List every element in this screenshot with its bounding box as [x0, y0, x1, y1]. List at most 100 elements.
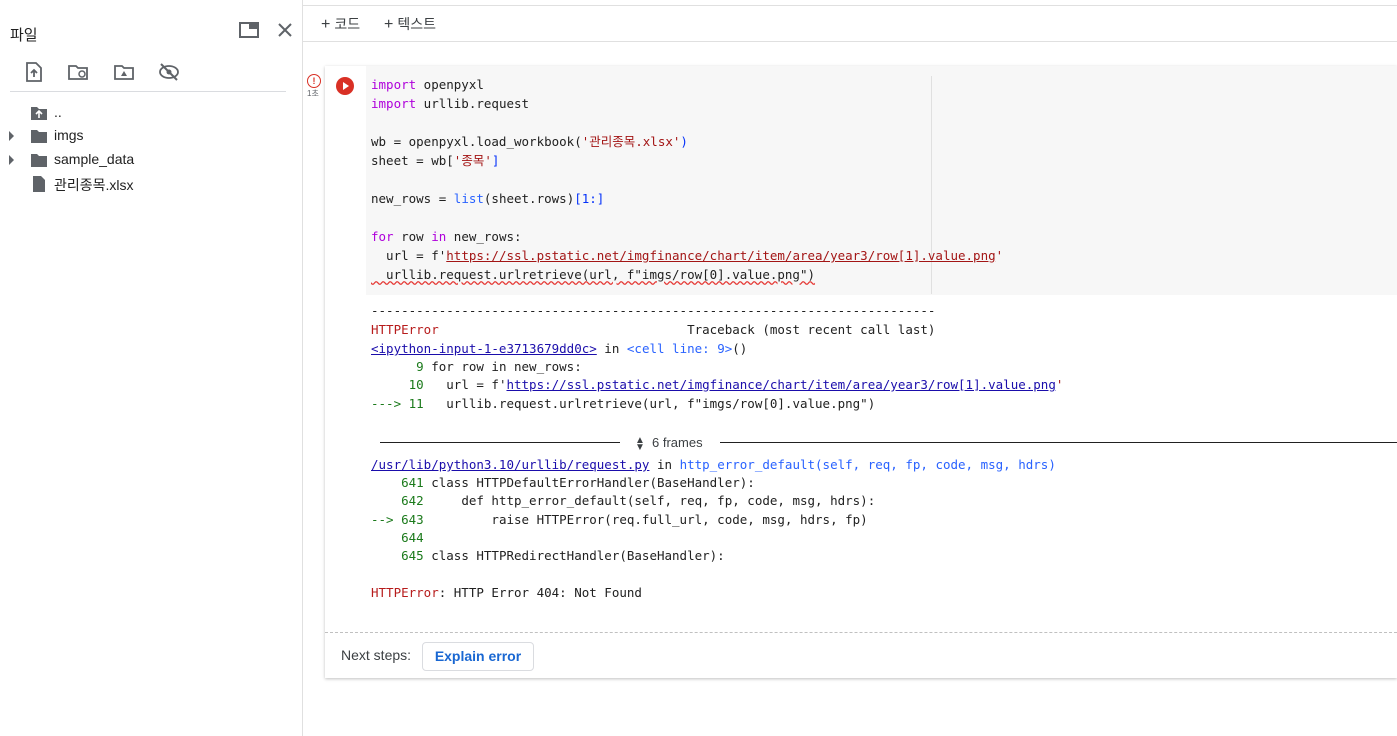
- file-icon: [33, 176, 45, 192]
- string-literal: '관리종목.xlsx': [581, 134, 681, 149]
- in-word: in: [649, 457, 680, 472]
- notebook-toolbar: + 코드 + 텍스트: [303, 6, 1397, 42]
- code-text: new_rows:: [446, 229, 522, 244]
- next-steps-divider: [325, 632, 1397, 633]
- line-number: 645: [371, 548, 424, 563]
- url-link[interactable]: https://ssl.pstatic.net/imgfinance/chart…: [506, 377, 1055, 392]
- line-number: 10: [371, 377, 424, 392]
- bracket: [1:]: [574, 191, 605, 206]
- add-code-button[interactable]: + 코드: [321, 14, 360, 34]
- tree-item-label: 관리종목.xlsx: [54, 177, 134, 193]
- error-name: HTTPError: [371, 585, 439, 600]
- traceback-line: 645 class HTTPRedirectHandler(BaseHandle…: [371, 546, 725, 565]
- traceback-code: raise HTTPError(req.full_url, code, msg,…: [423, 512, 868, 527]
- close-icon[interactable]: [276, 21, 294, 39]
- url-string[interactable]: https://ssl.pstatic.net/imgfinance/chart…: [446, 248, 995, 263]
- code-line-1: import openpyxl: [371, 75, 484, 94]
- error-icon: !: [307, 74, 321, 88]
- keyword: for: [371, 229, 394, 244]
- plus-icon: +: [384, 16, 394, 33]
- code-text: new_rows =: [371, 191, 454, 206]
- frames-divider-right: [720, 442, 1397, 443]
- next-steps-label: Next steps:: [341, 647, 412, 663]
- builtin: list: [453, 191, 484, 206]
- unfold-icon: ▲ ▼: [635, 434, 645, 453]
- code-text: openpyxl: [416, 77, 484, 92]
- traceback-code: class HTTPDefaultErrorHandler(BaseHandle…: [423, 475, 755, 490]
- tree-item-label: ..: [54, 104, 62, 120]
- code-text: wb = openpyxl.load_workbook(: [371, 134, 582, 149]
- sidebar-title: 파일: [10, 27, 38, 44]
- add-code-label: 코드: [334, 16, 361, 32]
- traceback-code: url = f': [423, 377, 507, 392]
- in-word: in: [596, 341, 627, 356]
- code-text: urllib.request: [416, 96, 530, 111]
- string-literal: ': [995, 248, 1004, 263]
- tree-item-sample-data[interactable]: sample_data: [0, 149, 300, 171]
- upload-file-icon[interactable]: [23, 61, 45, 83]
- code-line-2: import urllib.request: [371, 94, 529, 113]
- cell-line: <cell line: 9>: [626, 341, 733, 356]
- traceback-code: ': [1055, 377, 1064, 392]
- tree-item-xlsx-file[interactable]: 관리종목.xlsx: [0, 173, 300, 195]
- line-number: 644: [371, 530, 424, 545]
- explain-error-button[interactable]: Explain error: [422, 642, 534, 671]
- traceback-code: urllib.request.urlretrieve(url, f"imgs/r…: [423, 396, 876, 411]
- traceback-code: class HTTPRedirectHandler(BaseHandler):: [423, 548, 725, 563]
- error-message: : HTTP Error 404: Not Found: [438, 585, 642, 600]
- open-in-new-window-icon[interactable]: [239, 22, 259, 38]
- code-text: sheet = wb[: [371, 153, 454, 168]
- code-line-4: wb = openpyxl.load_workbook('관리종목.xlsx'): [371, 132, 688, 151]
- input-link[interactable]: <ipython-input-1-e3713679dd0c>: [371, 341, 597, 356]
- library-location: /usr/lib/python3.10/urllib/request.py in…: [371, 455, 1056, 474]
- traceback-code: for row in new_rows:: [423, 359, 582, 374]
- code-text: (sheet.rows): [483, 191, 575, 206]
- string-literal: '종목': [453, 153, 492, 168]
- traceback-line: 644: [371, 528, 424, 547]
- execution-time: 1초: [307, 89, 319, 98]
- traceback-code: def http_error_default(self, req, fp, co…: [423, 493, 876, 508]
- code-text: url = f': [371, 248, 447, 263]
- folder-icon: [31, 154, 47, 167]
- traceback-line: 641 class HTTPDefaultErrorHandler(BaseHa…: [371, 473, 755, 492]
- output-separator: ----------------------------------------…: [371, 303, 936, 318]
- sidebar-divider: [10, 91, 286, 92]
- line-number: 641: [371, 475, 424, 490]
- output-input-location: <ipython-input-1-e3713679dd0c> in <cell …: [371, 339, 747, 358]
- frames-toggle-button[interactable]: ▲ ▼ 6 frames: [634, 434, 703, 453]
- traceback-line: --> 643 raise HTTPError(req.full_url, co…: [371, 510, 868, 529]
- add-text-button[interactable]: + 텍스트: [384, 14, 436, 34]
- expand-caret-icon[interactable]: [9, 131, 14, 141]
- file-sidebar: 파일 .. imgs sample_data 관리종목.xlsx: [0, 0, 303, 736]
- keyword: import: [371, 96, 417, 111]
- traceback-line: ---> 11 urllib.request.urlretrieve(url, …: [371, 394, 875, 413]
- bracket: ): [680, 134, 688, 149]
- expand-caret-icon[interactable]: [9, 155, 14, 165]
- folder-up-icon: [31, 107, 47, 120]
- error-name: HTTPError: [371, 322, 439, 337]
- code-line-10: url = f'https://ssl.pstatic.net/imgfinan…: [371, 246, 1003, 265]
- code-line-11: urllib.request.urlretrieve(url, f"imgs/r…: [371, 265, 815, 284]
- line-number: 9: [371, 359, 424, 374]
- mount-drive-icon[interactable]: [113, 61, 135, 83]
- tree-item-label: sample_data: [54, 151, 135, 167]
- library-path-link[interactable]: /usr/lib/python3.10/urllib/request.py: [371, 457, 649, 472]
- traceback-line: 642 def http_error_default(self, req, fp…: [371, 491, 875, 510]
- code-text: row: [393, 229, 432, 244]
- code-text: urllib.request.urlretrieve(url, f"imgs/r…: [371, 267, 816, 282]
- code-line-9: for row in new_rows:: [371, 227, 522, 246]
- hide-files-icon[interactable]: [158, 61, 180, 83]
- paren: (): [732, 341, 748, 356]
- frames-divider-left: [380, 442, 620, 443]
- function-args: (self, req, fp, code, msg, hdrs): [815, 457, 1056, 472]
- final-error-message: HTTPError: HTTP Error 404: Not Found: [371, 583, 642, 602]
- bracket: ]: [491, 153, 500, 168]
- run-cell-button[interactable]: [336, 77, 354, 95]
- plus-icon: +: [321, 16, 331, 33]
- tree-item-imgs[interactable]: imgs: [0, 125, 300, 147]
- line-number: ---> 11: [371, 396, 424, 411]
- code-line-7: new_rows = list(sheet.rows)[1:]: [371, 189, 604, 208]
- refresh-folder-icon[interactable]: [67, 61, 89, 83]
- folder-icon: [31, 130, 47, 143]
- tree-item-parent[interactable]: ..: [0, 102, 300, 124]
